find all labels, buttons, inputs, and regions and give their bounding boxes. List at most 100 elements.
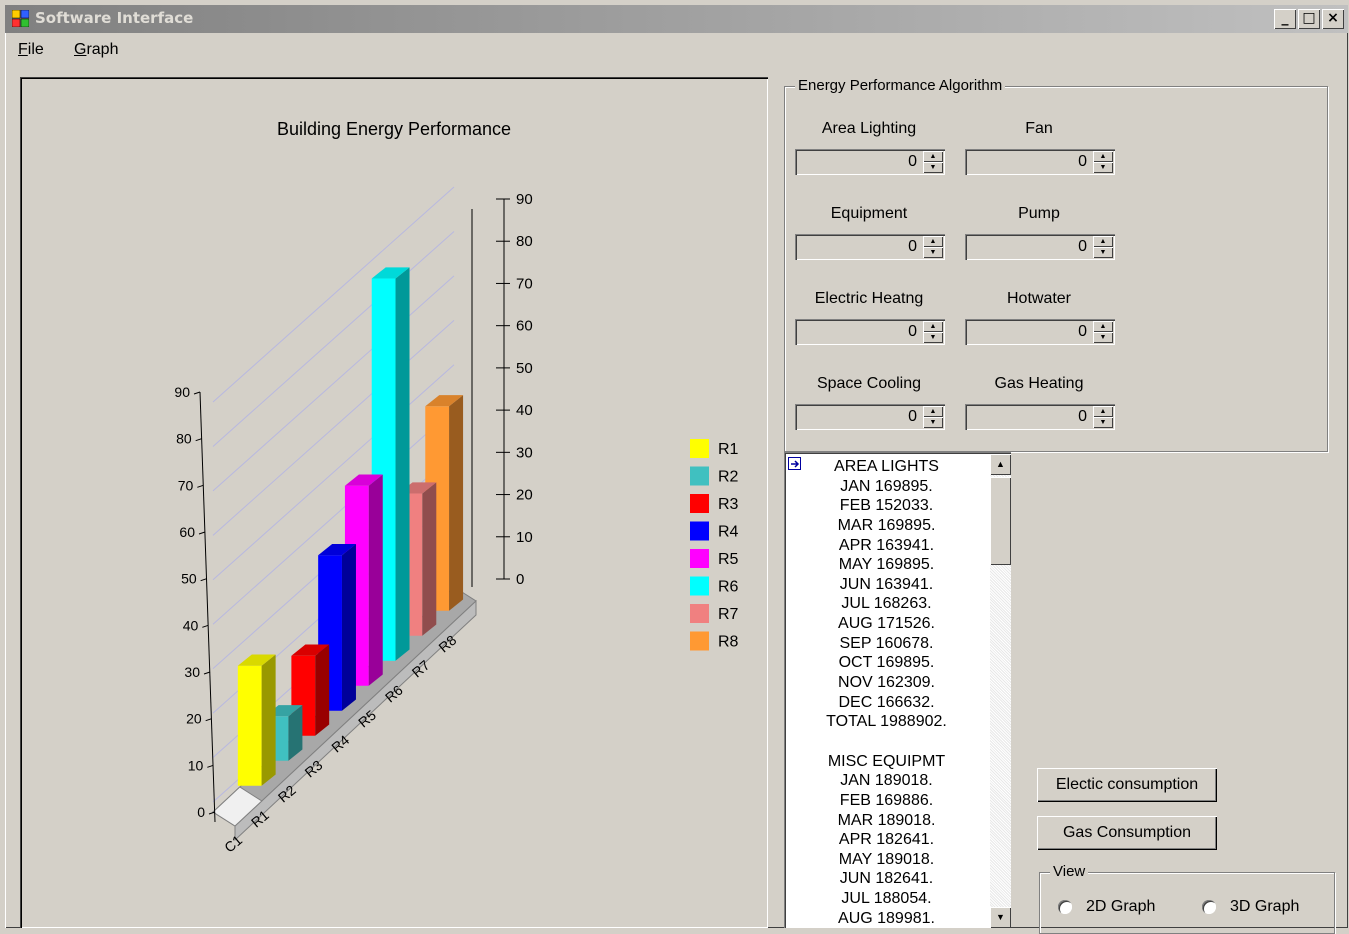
report-line: MISC EQUIPMT [827,752,946,770]
fan-spinner[interactable]: 0 ▲ ▼ [965,149,1115,175]
right-axis-tick-label: 30 [516,444,533,461]
spin-down-icon[interactable]: ▼ [1093,247,1113,258]
bar-side [395,267,410,661]
maximize-button[interactable]: □ [1298,9,1320,29]
menu-bar: File Graph [5,35,1348,61]
spin-up-icon[interactable]: ▲ [923,236,943,247]
space-cooling-value: 0 [908,408,917,425]
scroll-up-icon[interactable]: ▲ [990,454,1011,475]
left-axis-tick [197,484,204,488]
spin-up-icon[interactable]: ▲ [923,321,943,332]
legend-swatch [690,576,709,596]
spin-up-icon[interactable]: ▲ [1093,236,1113,247]
gas-consumption-button[interactable]: Gas Consumption [1037,816,1217,850]
spin-down-icon[interactable]: ▼ [1093,417,1113,428]
left-axis-tick-label: 40 [183,617,199,633]
right-axis-tick-label: 0 [516,571,524,588]
left-axis-tick-label: 90 [174,384,190,400]
report-line: AREA LIGHTS [834,458,939,475]
legend-label: R8 [718,634,739,651]
equipment-label: Equipment [830,205,908,222]
spin-down-icon[interactable]: ▼ [923,162,943,173]
spin-up-icon[interactable]: ▲ [923,151,943,162]
electric-heating-spinner[interactable]: 0 ▲ ▼ [795,319,945,345]
report-line: JUN 182641. [839,870,934,888]
left-axis-tick [207,764,214,768]
radio-3d-graph[interactable] [1202,900,1216,914]
bar-side [368,474,383,686]
energy-chart: Building Energy Performance 0 10 20 30 40 50 6… [174,119,739,856]
report-scrollbar[interactable]: ▲ ▼ [990,454,1011,928]
pump-label: Pump [1018,205,1060,222]
report-line: JAN 169895. [840,477,933,495]
legend-swatch [690,494,709,513]
report-line: JUL 188054. [841,890,932,908]
menu-graph-label: raph [86,41,119,58]
spin-up-icon[interactable]: ▲ [1093,406,1113,417]
legend-label: R4 [718,524,739,541]
legend-label: R3 [718,496,739,513]
left-axis-tick-label: 60 [179,524,195,540]
spin-down-icon[interactable]: ▼ [923,332,943,343]
menu-file-hotkey: F [18,41,28,58]
electric-heating-label: Electric Heatng [814,290,924,307]
legend-swatch [690,439,709,458]
spin-down-icon[interactable]: ▼ [1093,332,1113,343]
report-line: FEB 169886. [839,791,934,809]
report-line: SEP 160678. [839,634,934,652]
spin-up-icon[interactable]: ▲ [923,406,943,417]
area-lighting-label: Area Lighting [821,120,917,137]
gas-heating-value: 0 [1078,408,1087,425]
bar-side [261,654,276,786]
spin-up-icon[interactable]: ▲ [1093,321,1113,332]
area-lighting-spinner[interactable]: 0 ▲ ▼ [795,149,945,175]
gas-heating-spinner[interactable]: 0 ▲ ▼ [965,404,1115,430]
menu-graph-hotkey: G [74,41,87,58]
pump-value: 0 [1078,238,1087,255]
right-axis-tick-label: 20 [516,487,533,504]
space-cooling-spinner[interactable]: 0 ▲ ▼ [795,404,945,430]
report-line: JAN 189018. [840,772,933,790]
report-line: FEB 152033. [839,497,934,515]
left-axis-tick [193,391,201,395]
left-axis-tick-label: 50 [181,571,197,587]
menu-file-label: ile [27,41,44,58]
scroll-thumb[interactable] [990,477,1011,565]
title-bar[interactable]: Software Interface _ □ × [5,5,1348,33]
app-icon [12,10,29,27]
area-lighting-value: 0 [908,153,917,170]
gas-heating-label: Gas Heating [994,375,1084,392]
left-axis-tick [200,578,207,582]
report-line: OCT 169895. [838,654,935,672]
scroll-down-icon[interactable]: ▼ [990,907,1011,928]
spin-up-icon[interactable]: ▲ [1093,151,1113,162]
right-axis-tick-label: 90 [516,191,533,208]
app-window: Software Interface _ □ × File Graph Buil… [5,5,1348,934]
radio-2d-label[interactable]: 2D Graph [1086,898,1155,916]
left-axis-tick [203,671,211,675]
close-button[interactable]: × [1322,9,1344,29]
report-listbox[interactable]: AREA LIGHTS JAN 169895. FEB 152033. MAR 169… [784,452,1011,928]
report-line: TOTAL 1988902. [826,713,947,731]
legend-swatch [690,466,709,486]
spin-down-icon[interactable]: ▼ [1093,162,1113,173]
left-axis-tick-label: 70 [178,477,194,493]
radio-2d-graph[interactable] [1058,900,1072,914]
pump-spinner[interactable]: 0 ▲ ▼ [965,234,1115,260]
spin-down-icon[interactable]: ▼ [923,247,943,258]
menu-file[interactable]: File [18,41,44,59]
report-line: DEC 166632. [838,693,935,711]
report-lines: AREA LIGHTS JAN 169895. FEB 152033. MAR 169… [784,457,989,928]
minimize-button[interactable]: _ [1274,9,1296,29]
electric-consumption-button[interactable]: Electic consumption [1037,768,1217,802]
menu-graph[interactable]: Graph [74,41,118,59]
equipment-spinner[interactable]: 0 ▲ ▼ [795,234,945,260]
left-axis-tick [195,438,202,442]
hotwater-label: Hotwater [1006,290,1072,307]
window-title: Software Interface [35,9,194,27]
spin-down-icon[interactable]: ▼ [923,417,943,428]
report-line: MAR 189018. [837,811,936,829]
radio-3d-label[interactable]: 3D Graph [1230,898,1299,916]
hotwater-spinner[interactable]: 0 ▲ ▼ [965,319,1115,345]
report-line: AUG 171526. [838,615,935,633]
